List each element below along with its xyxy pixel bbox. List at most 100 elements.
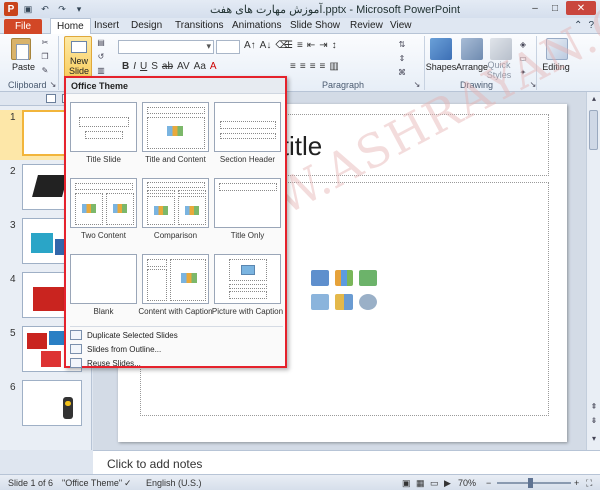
tab-animations[interactable]: Animations: [232, 20, 281, 31]
slides-from-outline-menu-item[interactable]: Slides from Outline...: [70, 344, 161, 354]
layout-title-slide[interactable]: Title Slide: [70, 102, 137, 172]
insert-table-icon[interactable]: [311, 270, 329, 286]
insert-picture-icon[interactable]: [311, 294, 329, 310]
spacing-icon[interactable]: AV: [177, 61, 190, 72]
window-title: آموزش مهارت های هفت.pptx - Microsoft Pow…: [210, 4, 461, 16]
notes-pane[interactable]: Click to add notes: [93, 450, 600, 474]
columns-icon[interactable]: ▥: [329, 61, 338, 72]
shrink-font-icon[interactable]: A↓: [260, 40, 272, 51]
tab-view[interactable]: View: [390, 20, 412, 31]
scroll-down-icon[interactable]: ▾: [589, 434, 599, 443]
layout-title-and-content[interactable]: Title and Content: [142, 102, 209, 172]
shapes-icon[interactable]: [430, 38, 452, 60]
insert-smartart-icon[interactable]: [359, 270, 377, 286]
tab-transitions[interactable]: Transitions: [175, 20, 224, 31]
zoom-out-icon[interactable]: −: [486, 478, 491, 488]
menu-item-label: Duplicate Selected Slides: [87, 330, 178, 340]
layout-blank[interactable]: Blank: [70, 254, 137, 324]
maximize-button[interactable]: □: [546, 1, 564, 15]
save-icon[interactable]: ▣: [21, 2, 35, 16]
zoom-slider[interactable]: [497, 482, 571, 484]
content-icon: [181, 273, 197, 283]
smartart-icon[interactable]: ⌘: [397, 68, 407, 77]
align-left-icon[interactable]: ≡: [290, 61, 296, 72]
customize-qat-icon[interactable]: ▾: [72, 2, 86, 16]
underline-icon[interactable]: U: [140, 61, 147, 72]
layout-two-content[interactable]: Two Content: [70, 178, 137, 248]
font-color-icon[interactable]: A: [210, 61, 217, 72]
decrease-indent-icon[interactable]: ⇤: [307, 40, 315, 51]
zoom-level[interactable]: 70%: [458, 478, 476, 488]
cut-icon[interactable]: ✂: [40, 38, 50, 47]
paste-icon[interactable]: [11, 38, 31, 60]
tab-insert[interactable]: Insert: [94, 20, 119, 31]
layout-picture-with-caption[interactable]: Picture with Caption: [212, 254, 283, 324]
redo-icon[interactable]: ↷: [55, 2, 69, 16]
previous-slide-icon[interactable]: ⇞: [589, 402, 599, 411]
tab-file[interactable]: File: [4, 19, 42, 34]
change-case-icon[interactable]: Aa: [194, 61, 206, 72]
align-right-icon[interactable]: ≡: [310, 61, 316, 72]
line-spacing-icon[interactable]: ↕: [332, 40, 337, 51]
reuse-slides-menu-item[interactable]: Reuse Slides...: [70, 358, 141, 368]
bold-icon[interactable]: B: [122, 61, 129, 72]
tab-review[interactable]: Review: [350, 20, 383, 31]
bullets-icon[interactable]: ☰: [284, 40, 293, 51]
insert-chart-icon[interactable]: [335, 270, 353, 286]
powerpoint-logo-icon[interactable]: P: [4, 2, 18, 16]
layout-content-with-caption[interactable]: Content with Caption: [138, 254, 213, 324]
fit-to-window-icon[interactable]: ⛶: [586, 478, 592, 489]
vertical-scrollbar[interactable]: ▴ ⇞ ⇟ ▾: [586, 92, 600, 450]
slide-thumbnail[interactable]: [22, 380, 82, 426]
slide-show-icon[interactable]: ▶: [444, 478, 451, 489]
italic-icon[interactable]: I: [133, 61, 136, 72]
reset-icon[interactable]: ↺: [96, 52, 106, 61]
align-text-icon[interactable]: ⇕: [397, 54, 407, 63]
copy-icon[interactable]: ❐: [40, 52, 50, 61]
paste-button-label[interactable]: Paste: [12, 62, 35, 72]
insert-clipart-icon[interactable]: [335, 294, 353, 310]
slide-number: 3: [10, 220, 16, 231]
reading-view-icon[interactable]: ▭: [430, 478, 439, 489]
numbering-icon[interactable]: ≡: [297, 40, 303, 51]
zoom-slider-handle[interactable]: [528, 478, 533, 488]
spell-check-icon[interactable]: ✓: [124, 478, 132, 489]
insert-media-icon[interactable]: [359, 294, 377, 310]
grow-font-icon[interactable]: A↑: [244, 40, 256, 51]
font-name-select[interactable]: [118, 40, 214, 54]
layout-placeholder: [229, 284, 267, 289]
slide-thumbnail-row[interactable]: 6: [0, 380, 92, 430]
format-painter-icon[interactable]: ✎: [40, 66, 50, 75]
strikethrough-icon[interactable]: ab: [162, 61, 173, 72]
zoom-in-icon[interactable]: +: [574, 478, 579, 488]
next-slide-icon[interactable]: ⇟: [589, 416, 599, 425]
paragraph-launcher-icon[interactable]: ↘: [412, 80, 422, 89]
shadow-icon[interactable]: S: [151, 61, 158, 72]
center-icon[interactable]: ≡: [300, 61, 306, 72]
scroll-up-icon[interactable]: ▴: [589, 94, 599, 103]
undo-icon[interactable]: ↶: [38, 2, 52, 16]
new-slide-button[interactable]: New Slide: [64, 36, 92, 80]
section-icon[interactable]: ▥: [96, 66, 106, 75]
language[interactable]: English (U.S.): [146, 478, 202, 488]
normal-view-icon[interactable]: ▣: [402, 478, 411, 489]
tab-home[interactable]: Home: [50, 18, 91, 35]
tab-slide-show[interactable]: Slide Show: [290, 20, 340, 31]
justify-icon[interactable]: ≡: [320, 61, 326, 72]
slides-tab-icon[interactable]: [46, 94, 56, 103]
layout-comparison[interactable]: Comparison: [142, 178, 209, 248]
slide-sorter-icon[interactable]: ▦: [416, 478, 425, 489]
duplicate-slides-menu-item[interactable]: Duplicate Selected Slides: [70, 330, 178, 340]
arrange-icon[interactable]: [461, 38, 483, 60]
layout-title-only[interactable]: Title Only: [214, 178, 281, 248]
layout-section-header[interactable]: Section Header: [214, 102, 281, 172]
font-size-select[interactable]: [216, 40, 240, 54]
shapes-button-label[interactable]: Shapes: [424, 62, 458, 72]
text-direction-icon[interactable]: ⇅: [397, 40, 407, 49]
minimize-button[interactable]: –: [526, 1, 544, 15]
tab-design[interactable]: Design: [131, 20, 162, 31]
clipboard-launcher-icon[interactable]: ↘: [48, 80, 58, 89]
increase-indent-icon[interactable]: ⇥: [319, 40, 327, 51]
layout-icon[interactable]: ▤: [96, 38, 106, 47]
scrollbar-thumb[interactable]: [589, 110, 598, 150]
